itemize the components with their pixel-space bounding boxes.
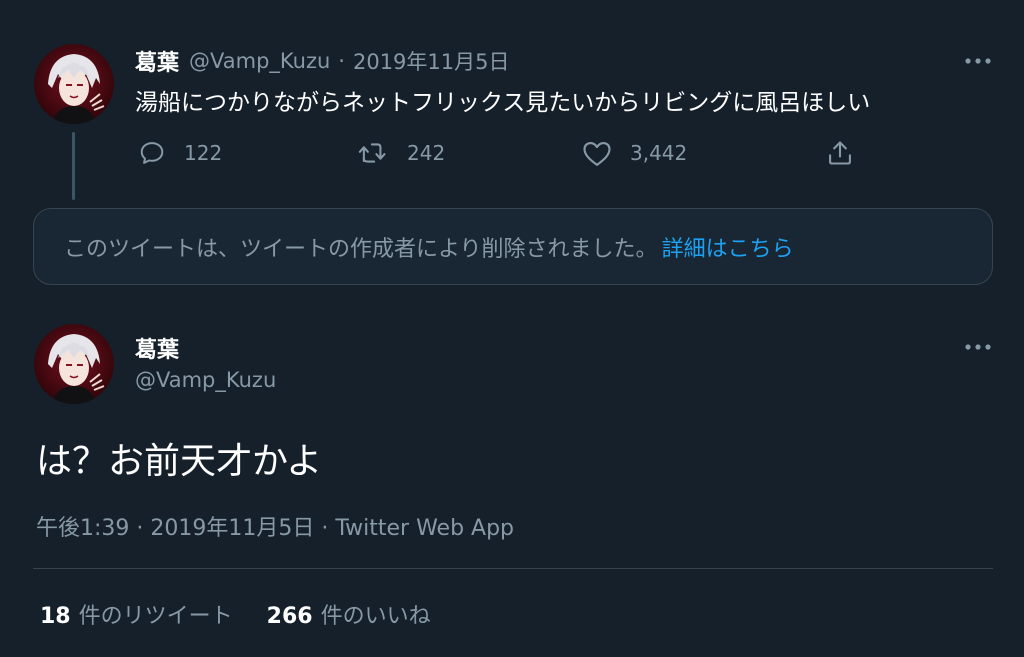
more-options-button[interactable] <box>960 46 996 76</box>
tweet-metadata[interactable]: 午後1:39 · 2019年11月5日 · Twitter Web App <box>36 510 514 542</box>
share-button[interactable] <box>826 136 854 170</box>
more-icon <box>965 58 991 64</box>
reply-icon <box>140 142 164 164</box>
display-name[interactable]: 葛葉 <box>135 332 179 364</box>
display-name[interactable]: 葛葉 <box>135 45 179 77</box>
reply-count: 122 <box>184 141 223 165</box>
engagement-stats: 18 件のリツイート 266 件のいいね <box>40 598 431 630</box>
deleted-tweet-notice: このツイートは、ツイートの作成者により削除されました。 詳細はこちら <box>33 208 993 285</box>
tweet-thread-page: 葛葉 @Vamp_Kuzu · 2019年11月5日 湯船につかりながらネットフ… <box>0 0 1024 657</box>
more-icon <box>965 344 991 350</box>
avatar[interactable] <box>34 324 114 404</box>
retweet-total-label[interactable]: 件のリツイート <box>79 598 233 630</box>
thread-connector-line <box>72 132 75 200</box>
parent-tweet-header: 葛葉 @Vamp_Kuzu · 2019年11月5日 <box>135 46 510 76</box>
reply-button[interactable]: 122 <box>138 136 222 170</box>
tweet-date[interactable]: 2019年11月5日 <box>353 46 510 76</box>
deleted-notice-text: このツイートは、ツイートの作成者により削除されました。 <box>64 236 658 262</box>
separator-dot: · <box>338 49 345 73</box>
retweet-total[interactable]: 18 <box>40 604 71 629</box>
main-tweet-text: は？お前天才かよ <box>36 441 323 482</box>
like-button[interactable]: 3,442 <box>582 136 687 170</box>
avatar[interactable] <box>34 44 114 124</box>
retweet-button[interactable]: 242 <box>357 136 445 170</box>
like-total-label[interactable]: 件のいいね <box>321 598 431 630</box>
user-handle[interactable]: @Vamp_Kuzu <box>135 368 276 392</box>
share-icon <box>829 141 851 165</box>
retweet-icon <box>358 143 386 163</box>
learn-more-link[interactable]: 詳細はこちら <box>662 231 794 263</box>
user-handle[interactable]: @Vamp_Kuzu <box>189 49 330 73</box>
parent-tweet-text: 湯船につかりながらネットフリックス見たいからリビングに風呂ほしい <box>135 90 871 116</box>
like-count: 3,442 <box>630 141 688 165</box>
more-options-button[interactable] <box>960 332 996 362</box>
heart-icon <box>583 141 611 166</box>
divider <box>33 568 993 569</box>
retweet-count: 242 <box>407 141 446 165</box>
like-total[interactable]: 266 <box>267 604 313 629</box>
